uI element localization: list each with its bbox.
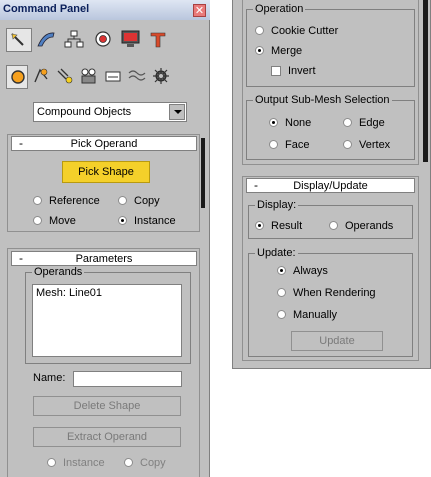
cameras-icon xyxy=(81,68,96,84)
close-button[interactable]: ✕ xyxy=(193,4,206,17)
radio-label: When Rendering xyxy=(293,287,376,299)
radio-label: Edge xyxy=(359,117,385,129)
radio-label: Instance xyxy=(134,215,176,227)
command-panel-left: Command Panel ✕ Compound Objects - Pick … xyxy=(0,0,210,477)
motion-icon xyxy=(95,31,111,47)
lights-icon xyxy=(57,68,73,84)
radio-label: Always xyxy=(293,265,328,277)
radio-label: Merge xyxy=(271,45,303,57)
name-field[interactable] xyxy=(73,371,182,387)
panel-scrollbar[interactable] xyxy=(201,138,205,208)
display-icon xyxy=(121,30,140,47)
radio-dot xyxy=(124,458,133,467)
radio-label: Manually xyxy=(293,309,338,321)
create-tab[interactable] xyxy=(6,28,32,52)
command-panel-right: Operation Cookie Cutter Merge Invert Out… xyxy=(232,0,431,369)
hierarchy-tab[interactable] xyxy=(62,28,88,52)
helpers-icon xyxy=(105,71,121,82)
radio-label: Move xyxy=(49,215,76,227)
pick-operand-title: Pick Operand xyxy=(70,138,138,150)
pick-operand-rollout[interactable]: - Pick Operand xyxy=(11,136,197,151)
radio-label: Instance xyxy=(63,457,105,469)
parameters-rollout[interactable]: - Parameters xyxy=(11,251,197,266)
name-label: Name: xyxy=(33,372,66,384)
panel-scrollbar[interactable] xyxy=(423,0,428,162)
list-item[interactable]: Mesh: Line01 xyxy=(36,287,102,299)
helpers-tab[interactable] xyxy=(102,65,124,89)
display-update-title: Display/Update xyxy=(293,180,368,192)
geometry-icon xyxy=(11,70,25,84)
utilities-icon xyxy=(150,32,166,48)
radio-dot xyxy=(343,140,352,149)
chevron-down-icon[interactable] xyxy=(169,104,185,120)
radio-dot xyxy=(255,46,264,55)
radio-dot xyxy=(118,196,127,205)
window-title: Command Panel xyxy=(3,3,90,15)
hierarchy-icon xyxy=(64,30,84,48)
radio-label: Reference xyxy=(49,195,100,207)
delete-shape-button[interactable]: Delete Shape xyxy=(33,396,181,416)
update-button[interactable]: Update xyxy=(291,331,383,351)
radio-dot xyxy=(277,310,286,319)
radio-dot xyxy=(269,118,278,127)
space-warps-tab[interactable] xyxy=(126,65,148,89)
cameras-tab[interactable] xyxy=(78,65,100,89)
category-dropdown[interactable]: Compound Objects xyxy=(33,102,187,122)
utilities-tab[interactable] xyxy=(146,28,172,52)
lights-tab[interactable] xyxy=(54,65,76,89)
radio-label: Copy xyxy=(134,195,160,207)
radio-dot xyxy=(329,221,338,230)
update-label: Update: xyxy=(255,247,298,259)
systems-icon xyxy=(153,68,169,84)
parameters-title: Parameters xyxy=(75,253,133,265)
radio-label: Cookie Cutter xyxy=(271,25,339,37)
radio-label: Result xyxy=(271,220,303,232)
operands-label: Operands xyxy=(32,266,85,278)
shapes-tab[interactable] xyxy=(30,65,52,89)
systems-tab[interactable] xyxy=(150,65,172,89)
radio-label: Copy xyxy=(140,457,166,469)
shapes-icon xyxy=(34,68,48,83)
radio-label: None xyxy=(285,117,312,129)
space-warps-icon xyxy=(128,70,146,81)
radio-dot xyxy=(277,266,286,275)
radio-label: Operands xyxy=(345,220,394,232)
radio-label: Vertex xyxy=(359,139,391,151)
checkbox-box xyxy=(271,66,281,76)
radio-dot xyxy=(33,216,42,225)
radio-dot xyxy=(33,196,42,205)
display-update-rollout[interactable]: - Display/Update xyxy=(246,178,415,193)
output-submesh-label: Output Sub-Mesh Selection xyxy=(253,94,392,106)
operands-list[interactable]: Mesh: Line01 xyxy=(32,284,182,357)
radio-dot xyxy=(255,221,264,230)
radio-dot xyxy=(47,458,56,467)
radio-dot xyxy=(118,216,127,225)
motion-tab[interactable] xyxy=(90,28,116,52)
display-tab[interactable] xyxy=(118,28,144,52)
create-icon xyxy=(11,33,24,46)
extract-operand-button[interactable]: Extract Operand xyxy=(33,427,181,447)
radio-dot xyxy=(255,26,264,35)
radio-label: Face xyxy=(285,139,310,151)
radio-dot xyxy=(277,288,286,297)
modify-icon xyxy=(37,32,55,47)
operation-label: Operation xyxy=(253,3,306,15)
checkbox-label: Invert xyxy=(288,65,316,77)
category-value: Compound Objects xyxy=(37,106,132,118)
geometry-tab[interactable] xyxy=(6,65,28,89)
pick-shape-button[interactable]: Pick Shape xyxy=(62,161,150,183)
command-panel-titlebar[interactable]: Command Panel ✕ xyxy=(0,0,210,20)
radio-dot xyxy=(269,140,278,149)
display-label: Display: xyxy=(255,199,299,211)
modify-tab[interactable] xyxy=(34,28,60,52)
radio-dot xyxy=(343,118,352,127)
